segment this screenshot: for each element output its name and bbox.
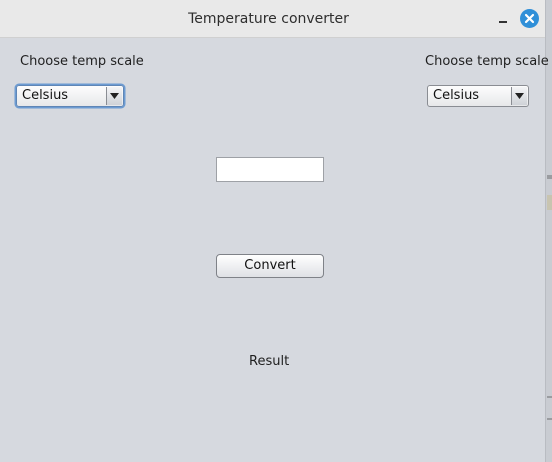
edge-mark — [547, 195, 552, 210]
result-label: Result — [249, 354, 290, 369]
convert-button[interactable]: Convert — [216, 254, 324, 278]
title-bar: Temperature converter — [0, 0, 545, 38]
left-scale-label: Choose temp scale — [20, 54, 144, 69]
minimize-icon[interactable] — [494, 9, 512, 27]
window-edge — [545, 0, 552, 462]
converter-window: Temperature converter Choose temp scale … — [0, 0, 552, 462]
close-icon[interactable] — [520, 9, 539, 28]
chevron-down-icon[interactable] — [511, 87, 527, 105]
right-scale-label: Choose temp scale — [425, 54, 549, 69]
edge-mark — [547, 396, 552, 398]
chevron-down-icon[interactable] — [106, 87, 122, 105]
window-title: Temperature converter — [188, 11, 349, 27]
edge-mark — [547, 175, 552, 179]
right-scale-select[interactable]: Celsius — [427, 85, 529, 107]
left-scale-value: Celsius — [22, 88, 69, 103]
edge-mark — [547, 418, 552, 420]
right-scale-value: Celsius — [433, 88, 480, 103]
temperature-input[interactable] — [216, 157, 324, 182]
left-scale-select[interactable]: Celsius — [16, 85, 124, 107]
